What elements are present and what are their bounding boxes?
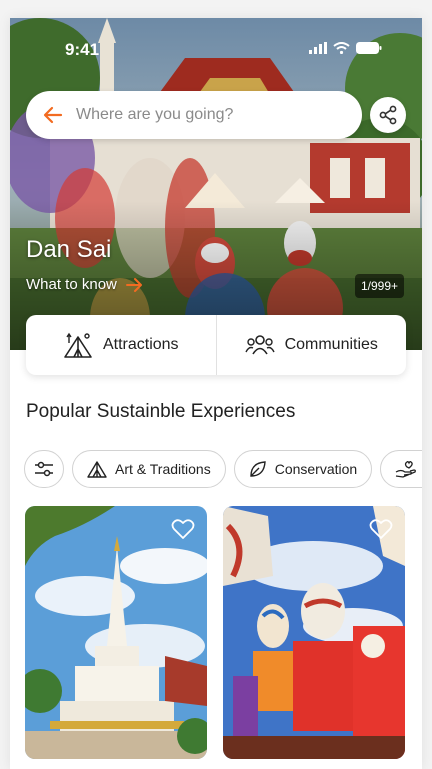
experience-card-pagoda[interactable] — [25, 506, 207, 759]
heart-icon[interactable] — [171, 518, 195, 540]
category-attractions-label: Attractions — [102, 336, 179, 353]
hero-festival-photo — [10, 18, 422, 350]
status-icons — [309, 42, 382, 54]
triangle-tent-icon — [87, 461, 107, 478]
signal-icon — [309, 42, 327, 54]
category-communities[interactable]: Communities — [217, 315, 407, 375]
what-to-know-label: What to know — [26, 276, 117, 293]
share-icon — [379, 105, 397, 125]
heart-icon[interactable] — [369, 518, 393, 540]
status-time: 9:41 — [65, 40, 100, 59]
filter-sliders-icon — [35, 461, 53, 477]
category-selector: Attractions Communities — [26, 315, 406, 375]
chip-conservation-label: Conservation — [274, 461, 358, 477]
filter-chips: Art & Traditions Conservation V — [24, 450, 422, 488]
phi-ta-khon-mask-photo — [223, 506, 405, 759]
white-pagoda-photo — [25, 506, 207, 759]
filter-button[interactable] — [24, 450, 64, 488]
chip-volunteering[interactable]: V — [380, 450, 422, 488]
leaf-icon — [250, 461, 266, 477]
back-arrow-icon[interactable] — [42, 104, 64, 126]
tent-icon — [64, 332, 92, 358]
chip-art-traditions[interactable]: Art & Traditions — [72, 450, 226, 488]
chip-conservation[interactable]: Conservation — [233, 450, 373, 488]
category-attractions[interactable]: Attractions — [26, 315, 216, 375]
phone-screen: 9:41 Where are you going? Dan Sai What t… — [10, 18, 422, 769]
experience-card-phi-ta-khon[interactable] — [223, 506, 405, 759]
search-bar[interactable] — [26, 91, 362, 139]
photo-counter-badge[interactable]: 1/999+ — [355, 274, 405, 298]
share-button[interactable] — [370, 97, 406, 133]
category-communities-label: Communities — [284, 336, 378, 353]
people-group-icon — [244, 335, 275, 355]
hand-heart-icon — [395, 461, 417, 478]
place-title: Dan Sai — [26, 236, 112, 263]
search-input[interactable] — [74, 105, 338, 125]
wifi-icon — [333, 42, 350, 54]
hero-banner[interactable]: 9:41 Where are you going? Dan Sai What t… — [10, 18, 422, 350]
chip-art-traditions-label: Art & Traditions — [115, 461, 211, 477]
section-title: Popular Sustainble Experiences — [26, 401, 296, 422]
arrow-right-icon — [125, 277, 142, 292]
what-to-know-link[interactable]: What to know — [26, 276, 143, 293]
battery-icon — [356, 42, 382, 54]
